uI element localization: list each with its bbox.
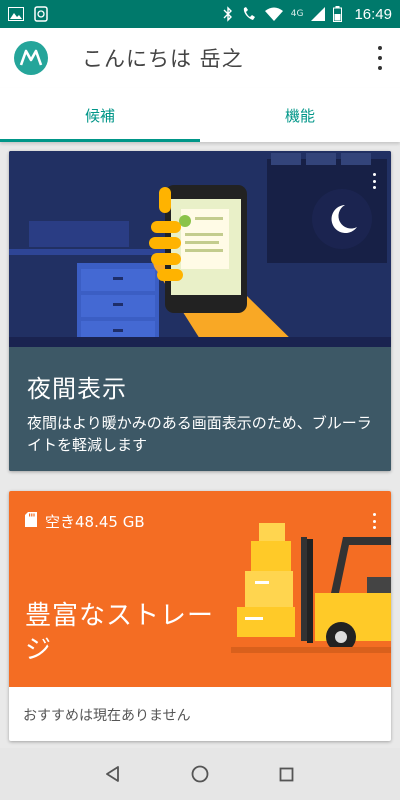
forklift-illustration [231,523,391,653]
storage-free-row: 空き48.45 GB [25,511,145,532]
recents-button[interactable] [267,754,307,794]
bluetooth-icon [223,6,233,22]
app-bar: こんにちは 岳之 [0,28,400,88]
night-display-text-panel: 夜間表示 夜間はより暖かみのある画面表示のため、ブルーライトを軽減します [9,347,391,471]
battery-icon [333,6,343,22]
storage-card[interactable]: 空き48.45 GB 豊富なストレージ おすすめは現在ありません [9,491,391,741]
wifi-calling-icon [241,6,257,22]
navigation-bar [0,748,400,800]
overflow-menu-icon[interactable] [376,46,384,70]
signal-icon [311,7,326,21]
night-display-title: 夜間表示 [27,375,127,403]
sd-card-icon [25,512,37,531]
image-icon [8,7,24,21]
back-button[interactable] [93,754,133,794]
tab-bar: 候補 機能 [0,88,400,142]
night-card-menu-icon[interactable] [371,173,377,189]
status-bar: 4G 16:49 [0,0,400,28]
tab-features[interactable]: 機能 [200,88,400,142]
greeting-text: こんにちは 岳之 [82,47,244,71]
home-button[interactable] [180,754,220,794]
home-circle-icon [191,765,209,783]
storage-title: 豊富なストレージ [25,601,215,665]
night-display-card[interactable]: 夜間表示 夜間はより暖かみのある画面表示のため、ブルーライトを軽減します [9,151,391,471]
network-type-label: 4G [290,9,304,19]
motorola-logo-icon [14,41,48,75]
recents-square-icon [279,767,294,781]
wifi-icon [264,7,283,21]
storage-banner: 空き48.45 GB 豊富なストレージ [9,491,391,687]
clock: 16:49 [354,5,392,23]
tab-suggestions[interactable]: 候補 [0,88,200,142]
back-triangle-icon [106,766,120,782]
sync-icon [34,6,48,22]
night-display-description: 夜間はより暖かみのある画面表示のため、ブルーライトを軽減します [27,414,372,454]
no-recommendation-text: おすすめは現在ありません [23,708,191,724]
night-display-illustration [9,151,391,347]
storage-free-text: 空き48.45 GB [45,513,145,531]
